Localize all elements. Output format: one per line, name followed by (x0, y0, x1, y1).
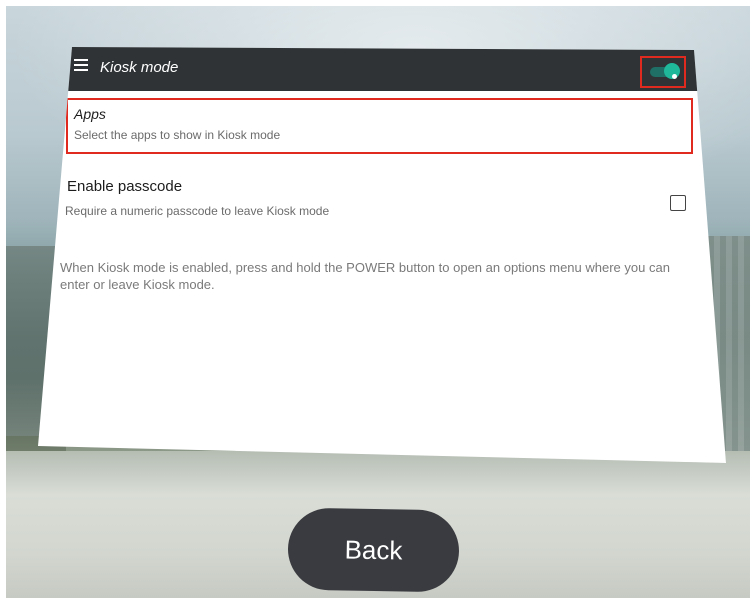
kiosk-mode-toggle[interactable] (650, 63, 680, 79)
back-button[interactable]: Back (287, 507, 460, 593)
kiosk-info-text: When Kiosk mode is enabled, press and ho… (60, 260, 670, 292)
enable-passcode-subtitle: Require a numeric passcode to leave Kios… (65, 204, 330, 218)
top-app-bar: Kiosk mode (38, 47, 726, 91)
kiosk-settings-panel: Kiosk mode Apps Select the apps to show … (38, 47, 726, 463)
apps-subtitle: Select the apps to show in Kiosk mode (74, 128, 281, 142)
apps-title: Apps (74, 106, 106, 122)
toggle-pointer-dot (672, 74, 677, 79)
page-title: Kiosk mode (100, 59, 179, 76)
enable-passcode-checkbox[interactable] (670, 195, 686, 211)
hamburger-menu-icon[interactable] (74, 59, 88, 71)
enable-passcode-title: Enable passcode (67, 178, 183, 195)
apps-setting-row[interactable]: Apps Select the apps to show in Kiosk mo… (66, 98, 693, 154)
